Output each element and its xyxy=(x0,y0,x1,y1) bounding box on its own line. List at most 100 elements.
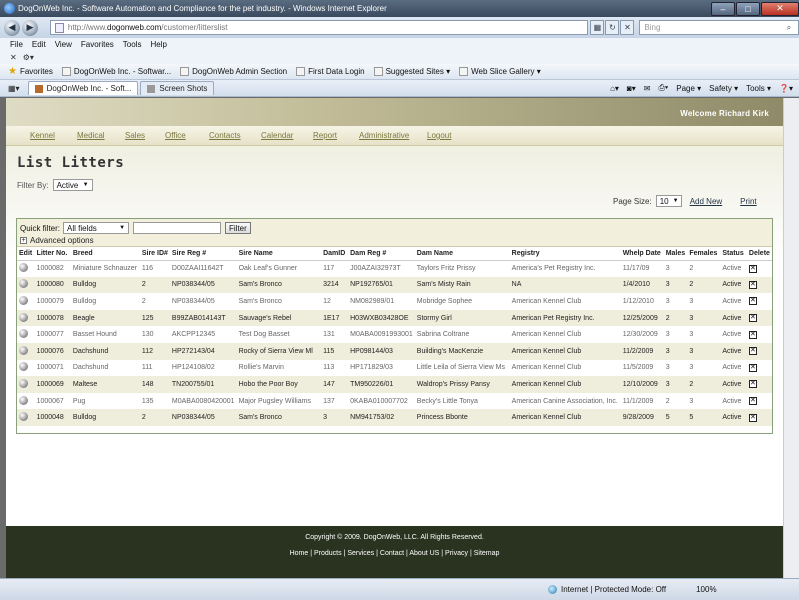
feeds-icon[interactable]: ◙▾ xyxy=(627,84,636,93)
delete-icon[interactable]: ✕ xyxy=(748,297,757,306)
quick-tabs-icon[interactable]: ▦▾ xyxy=(8,84,20,93)
menu-view[interactable]: View xyxy=(55,40,72,49)
menu-edit[interactable]: Edit xyxy=(32,40,46,49)
delete-icon[interactable]: ✕ xyxy=(748,264,757,273)
stop-icon[interactable]: ✕ xyxy=(620,20,635,35)
menu-favorites[interactable]: Favorites xyxy=(81,40,114,49)
forward-icon[interactable]: ▶ xyxy=(21,19,38,36)
page-size-select[interactable]: 10 ▼ xyxy=(655,195,682,207)
nav-contacts[interactable]: Contacts xyxy=(209,131,261,140)
vertical-scrollbar[interactable] xyxy=(783,98,799,578)
footer-link[interactable]: About US xyxy=(409,550,439,557)
column-header[interactable]: Sire ID# xyxy=(139,247,170,261)
footer-link[interactable]: Privacy xyxy=(445,550,468,557)
delete-icon[interactable]: ✕ xyxy=(748,397,757,406)
home-icon[interactable]: ⌂▾ xyxy=(610,84,619,93)
favorite-link[interactable]: DogOnWeb Inc. - Softwar... xyxy=(61,67,171,76)
advanced-options-toggle[interactable]: + Advanced options xyxy=(20,236,94,245)
help-menu[interactable]: ❓▾ xyxy=(779,84,793,93)
minimize-button[interactable]: – xyxy=(711,1,735,16)
column-header[interactable]: Females xyxy=(687,247,721,261)
maximize-button[interactable]: □ xyxy=(736,1,760,16)
delete-icon[interactable]: ✕ xyxy=(748,280,757,289)
menu-help[interactable]: Help xyxy=(150,40,166,49)
footer-link[interactable]: Services xyxy=(347,550,374,557)
table-row: 1000071 Dachshund 111 HP124108/02 Rollie's M… xyxy=(17,360,772,377)
refresh-icon[interactable]: ↻ xyxy=(605,20,620,35)
address-input[interactable]: http://www. dogonweb.com/customer/litters… xyxy=(49,20,589,35)
footer-link[interactable]: Sitemap xyxy=(474,550,500,557)
footer-link[interactable]: Contact xyxy=(380,550,404,557)
edit-icon[interactable] xyxy=(19,345,28,355)
column-header[interactable]: Males xyxy=(663,247,688,261)
nav-sales[interactable]: Sales xyxy=(125,131,165,140)
nav-office[interactable]: Office xyxy=(165,131,209,140)
footer-link[interactable]: Home xyxy=(290,550,309,557)
page-icon xyxy=(54,22,64,33)
edit-icon[interactable] xyxy=(19,263,28,273)
menu-file[interactable]: File xyxy=(10,40,23,49)
edit-icon[interactable] xyxy=(19,362,28,372)
print-link[interactable]: Print xyxy=(740,197,756,206)
nav-report[interactable]: Report xyxy=(313,131,359,140)
favorites-button[interactable]: ★ Favorites xyxy=(8,66,53,77)
suggested-sites[interactable]: Suggested Sites ▾ xyxy=(373,67,450,76)
safety-menu[interactable]: Safety ▾ xyxy=(709,84,738,93)
edit-icon[interactable] xyxy=(19,378,28,388)
convert-icon[interactable]: ⚙▾ xyxy=(23,53,34,62)
nav-kennel[interactable]: Kennel xyxy=(30,131,77,140)
delete-icon[interactable]: ✕ xyxy=(748,330,757,339)
menu-tools[interactable]: Tools xyxy=(123,40,142,49)
edit-icon[interactable] xyxy=(19,329,28,339)
column-header[interactable]: Registry xyxy=(509,247,621,261)
delete-icon[interactable]: ✕ xyxy=(748,380,757,389)
tab-dogonweb[interactable]: DogOnWeb Inc. - Soft... xyxy=(27,81,139,95)
edit-icon[interactable] xyxy=(19,279,28,289)
tools-menu[interactable]: Tools ▾ xyxy=(746,84,771,93)
delete-icon[interactable]: ✕ xyxy=(748,363,757,372)
edit-icon[interactable] xyxy=(19,295,28,305)
column-header[interactable]: Status xyxy=(720,247,747,261)
column-header[interactable]: Breed xyxy=(70,247,140,261)
delete-icon[interactable]: ✕ xyxy=(748,413,757,422)
page-size-value: 10 xyxy=(659,196,669,206)
nav-medical[interactable]: Medical xyxy=(77,131,125,140)
back-icon[interactable]: ◀ xyxy=(4,19,20,36)
edit-icon[interactable] xyxy=(19,412,28,422)
web-slice-gallery[interactable]: Web Slice Gallery ▾ xyxy=(459,67,541,76)
close-button[interactable]: ✕ xyxy=(761,1,799,16)
filter-button[interactable]: Filter xyxy=(225,222,251,234)
search-icon[interactable]: ⌕ xyxy=(780,23,798,33)
column-header[interactable]: Edit xyxy=(17,247,35,261)
column-header[interactable]: Litter No. xyxy=(34,247,71,261)
nav-calendar[interactable]: Calendar xyxy=(261,131,313,140)
edit-icon[interactable] xyxy=(19,395,28,405)
column-header[interactable]: Delete xyxy=(746,247,772,261)
add-new-link[interactable]: Add New xyxy=(690,197,722,206)
filter-select[interactable]: Active ▼ xyxy=(52,179,93,191)
favorite-link[interactable]: DogOnWeb Admin Section xyxy=(180,67,287,76)
column-header[interactable]: Dam Reg # xyxy=(348,247,415,261)
page-menu[interactable]: Page ▾ xyxy=(676,84,701,93)
nav-administrative[interactable]: Administrative xyxy=(359,131,427,140)
mail-icon[interactable]: ✉ xyxy=(644,84,651,93)
edit-icon[interactable] xyxy=(19,312,28,322)
quick-filter-field-select[interactable]: All fields ▼ xyxy=(63,222,130,234)
footer-link[interactable]: Products xyxy=(314,550,342,557)
tab-screen-shots[interactable]: Screen Shots xyxy=(140,81,215,95)
close-bar-icon[interactable]: ✕ xyxy=(10,53,17,62)
quick-filter-input[interactable] xyxy=(133,222,222,234)
column-header[interactable]: Sire Reg # xyxy=(169,247,237,261)
delete-icon[interactable]: ✕ xyxy=(748,314,757,323)
search-input[interactable]: Bing ⌕ xyxy=(639,20,799,35)
column-header[interactable]: Whelp Date xyxy=(620,247,664,261)
delete-icon[interactable]: ✕ xyxy=(748,347,757,356)
nav-logout[interactable]: Logout xyxy=(427,131,475,140)
column-header[interactable]: Dam Name xyxy=(414,247,510,261)
compat-view-icon[interactable]: ▦ xyxy=(590,20,605,35)
favorite-link[interactable]: First Data Login xyxy=(296,67,365,76)
column-header[interactable]: DamID xyxy=(321,247,349,261)
print-icon[interactable]: ⎙▾ xyxy=(658,83,668,93)
zoom-level[interactable]: 100% xyxy=(696,585,716,594)
column-header[interactable]: Sire Name xyxy=(236,247,322,261)
